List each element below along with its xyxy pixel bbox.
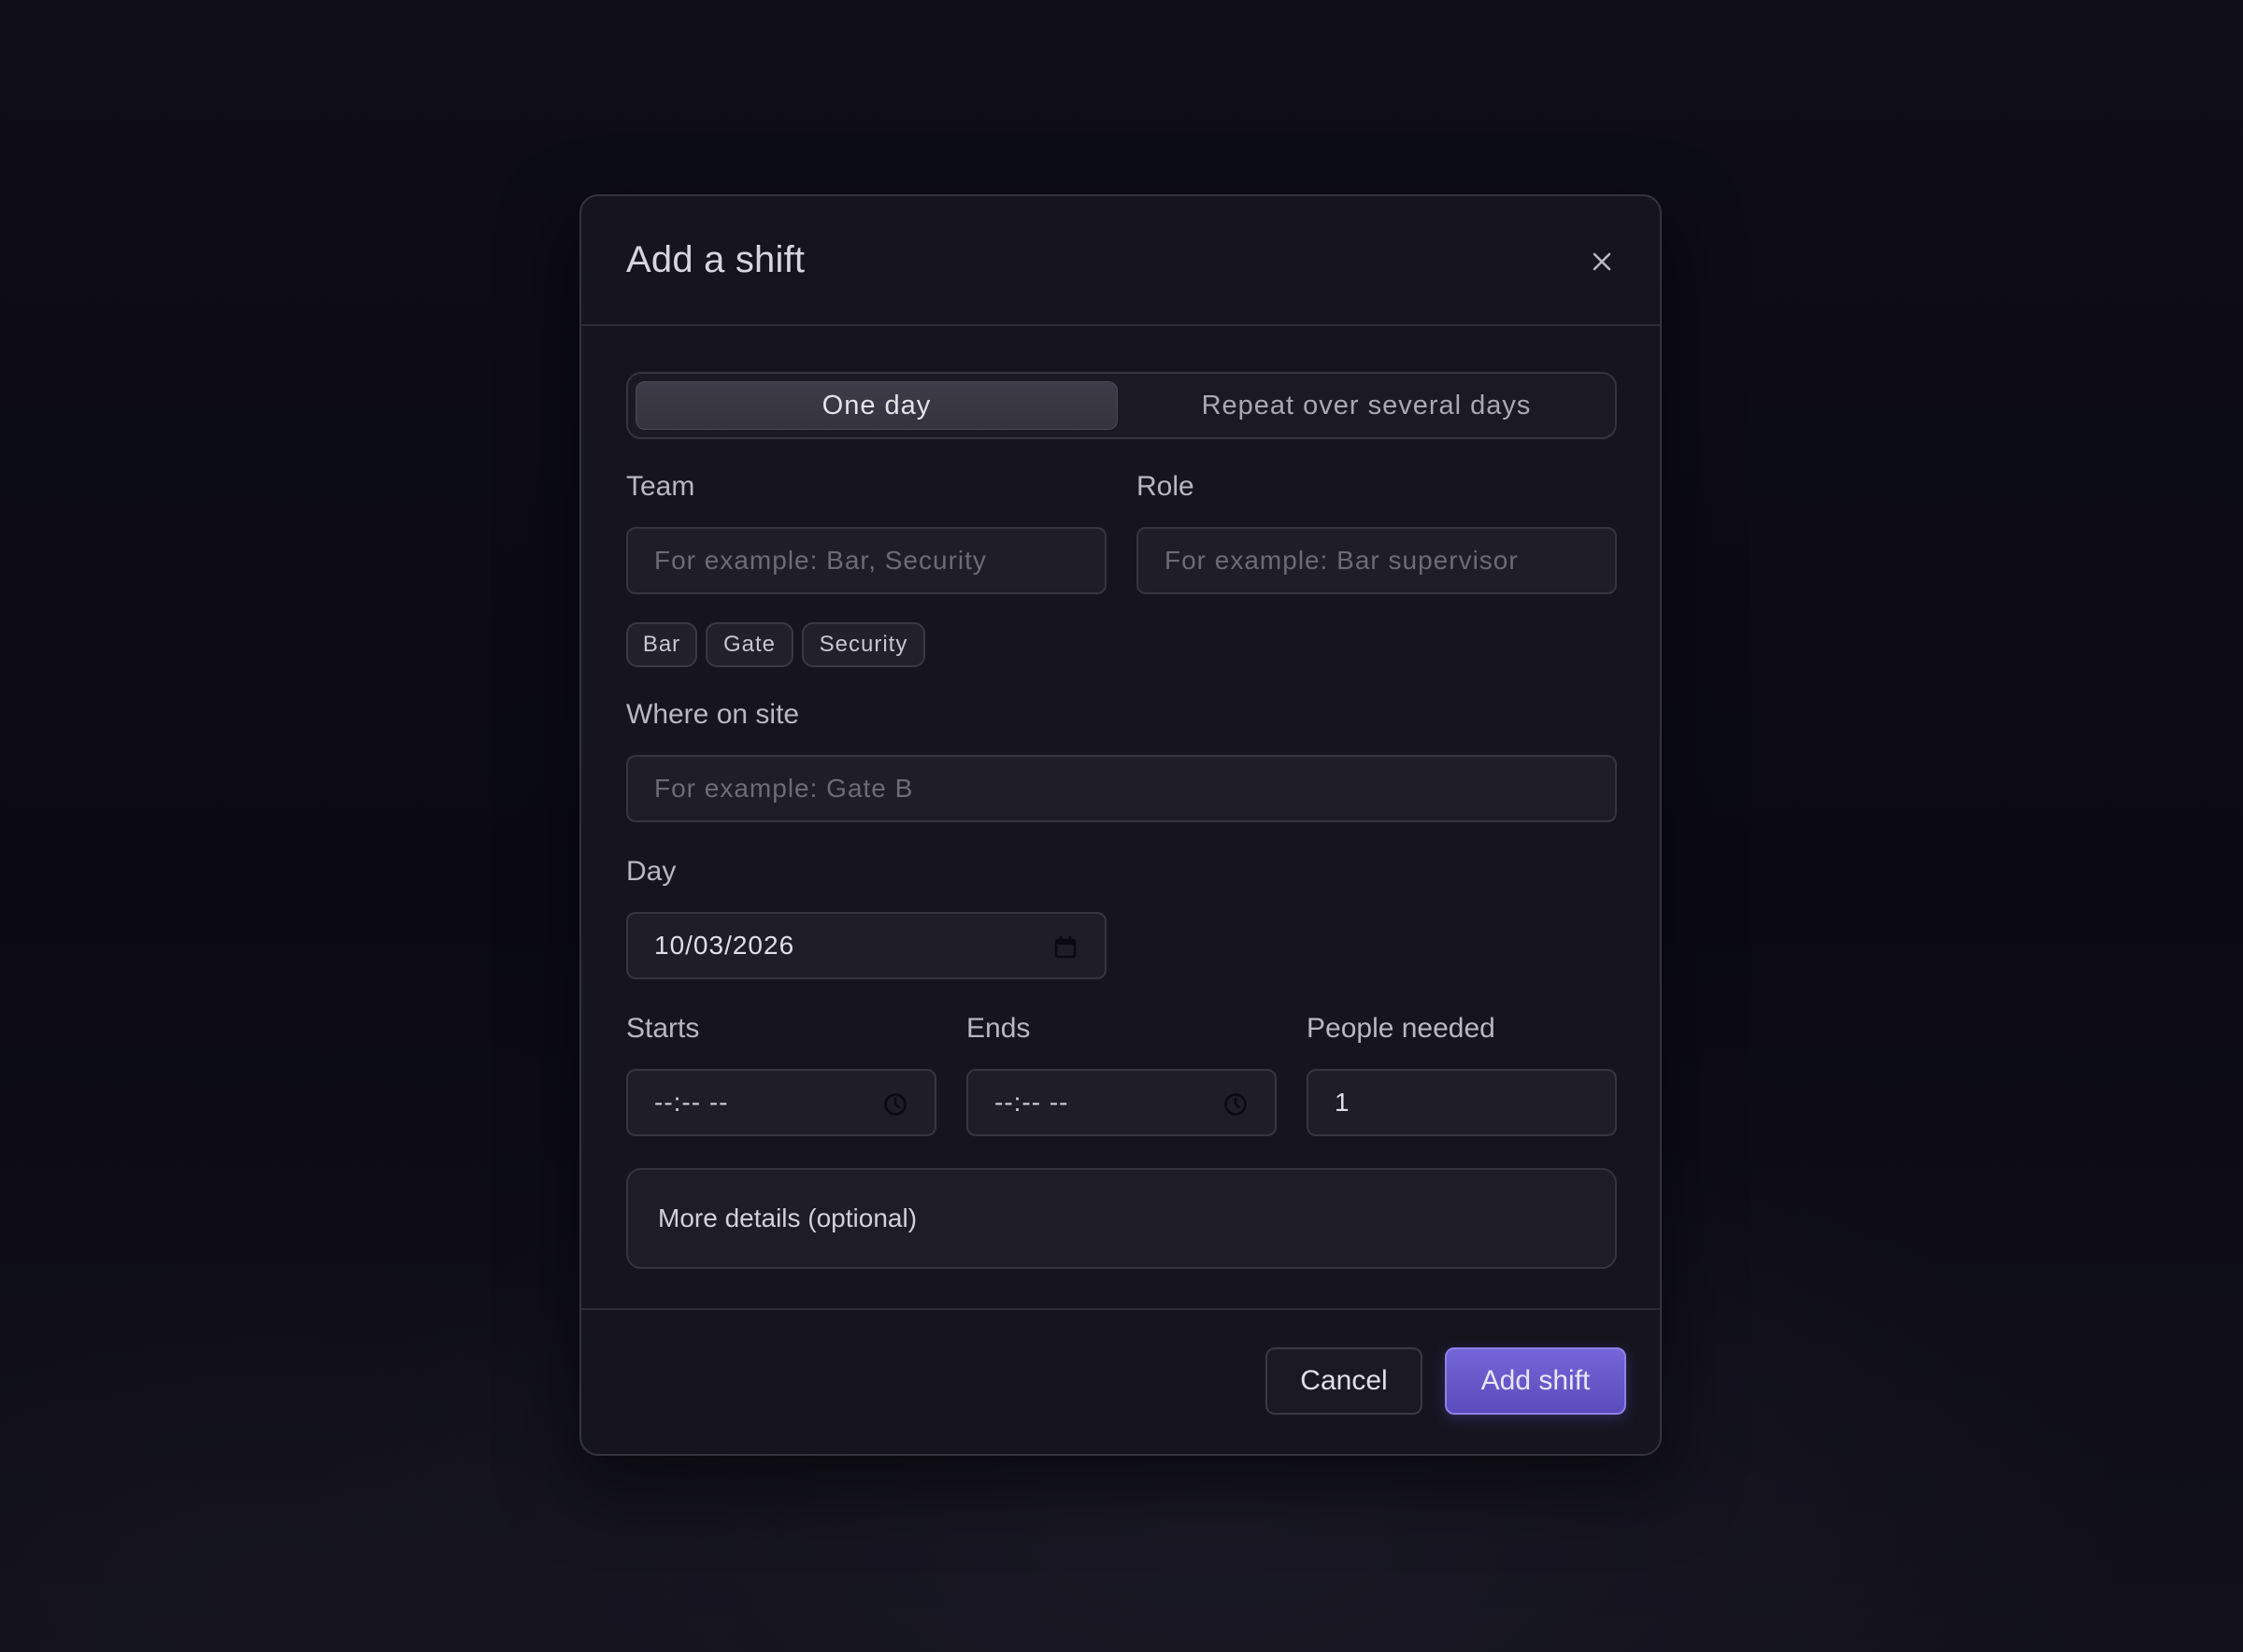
close-icon	[1593, 252, 1611, 271]
add-shift-dialog: Add a shift One day Repeat over several …	[579, 194, 1662, 1456]
mode-one-day-tab[interactable]: One day	[636, 381, 1118, 430]
starts-label: Starts	[626, 1013, 700, 1044]
people-needed-label: People needed	[1307, 1013, 1495, 1044]
ends-label: Ends	[966, 1013, 1031, 1044]
mode-repeat-tab[interactable]: Repeat over several days	[1125, 381, 1607, 430]
role-placeholder: For example: Bar supervisor	[1164, 546, 1519, 575]
ends-time-input[interactable]: --:-- --	[966, 1069, 1277, 1136]
team-input[interactable]: For example: Bar, Security	[626, 527, 1107, 594]
dialog-footer: Cancel Add shift	[581, 1308, 1660, 1454]
team-chip-bar[interactable]: Bar	[626, 622, 697, 667]
people-needed-input[interactable]: 1	[1307, 1069, 1617, 1136]
more-details-toggle[interactable]: More details (optional)	[626, 1168, 1617, 1269]
ends-value: --:-- --	[994, 1088, 1069, 1117]
role-label: Role	[1136, 471, 1194, 502]
schedule-mode-toggle: One day Repeat over several days	[626, 372, 1617, 439]
clock-icon[interactable]	[1222, 1091, 1249, 1118]
team-chip-gate[interactable]: Gate	[706, 622, 793, 667]
team-placeholder: For example: Bar, Security	[654, 546, 987, 575]
clock-icon[interactable]	[882, 1091, 908, 1118]
dialog-header: Add a shift	[581, 196, 1660, 326]
more-details-label: More details (optional)	[658, 1203, 918, 1232]
dialog-title: Add a shift	[626, 239, 806, 280]
team-label: Team	[626, 471, 695, 502]
location-placeholder: For example: Gate B	[654, 774, 914, 803]
day-label: Day	[626, 856, 677, 887]
role-input[interactable]: For example: Bar supervisor	[1136, 527, 1617, 594]
starts-value: --:-- --	[654, 1088, 729, 1117]
location-label: Where on site	[626, 699, 800, 730]
close-button[interactable]	[1585, 245, 1619, 278]
location-input[interactable]: For example: Gate B	[626, 755, 1617, 822]
starts-time-input[interactable]: --:-- --	[626, 1069, 936, 1136]
people-needed-value: 1	[1335, 1088, 1350, 1117]
cancel-button[interactable]: Cancel	[1265, 1347, 1422, 1415]
add-shift-button[interactable]: Add shift	[1445, 1347, 1626, 1415]
day-value: 10/03/2026	[654, 931, 795, 960]
team-chip-security[interactable]: Security	[802, 622, 925, 667]
calendar-icon[interactable]	[1052, 934, 1079, 961]
day-date-input[interactable]: 10/03/2026	[626, 912, 1107, 979]
